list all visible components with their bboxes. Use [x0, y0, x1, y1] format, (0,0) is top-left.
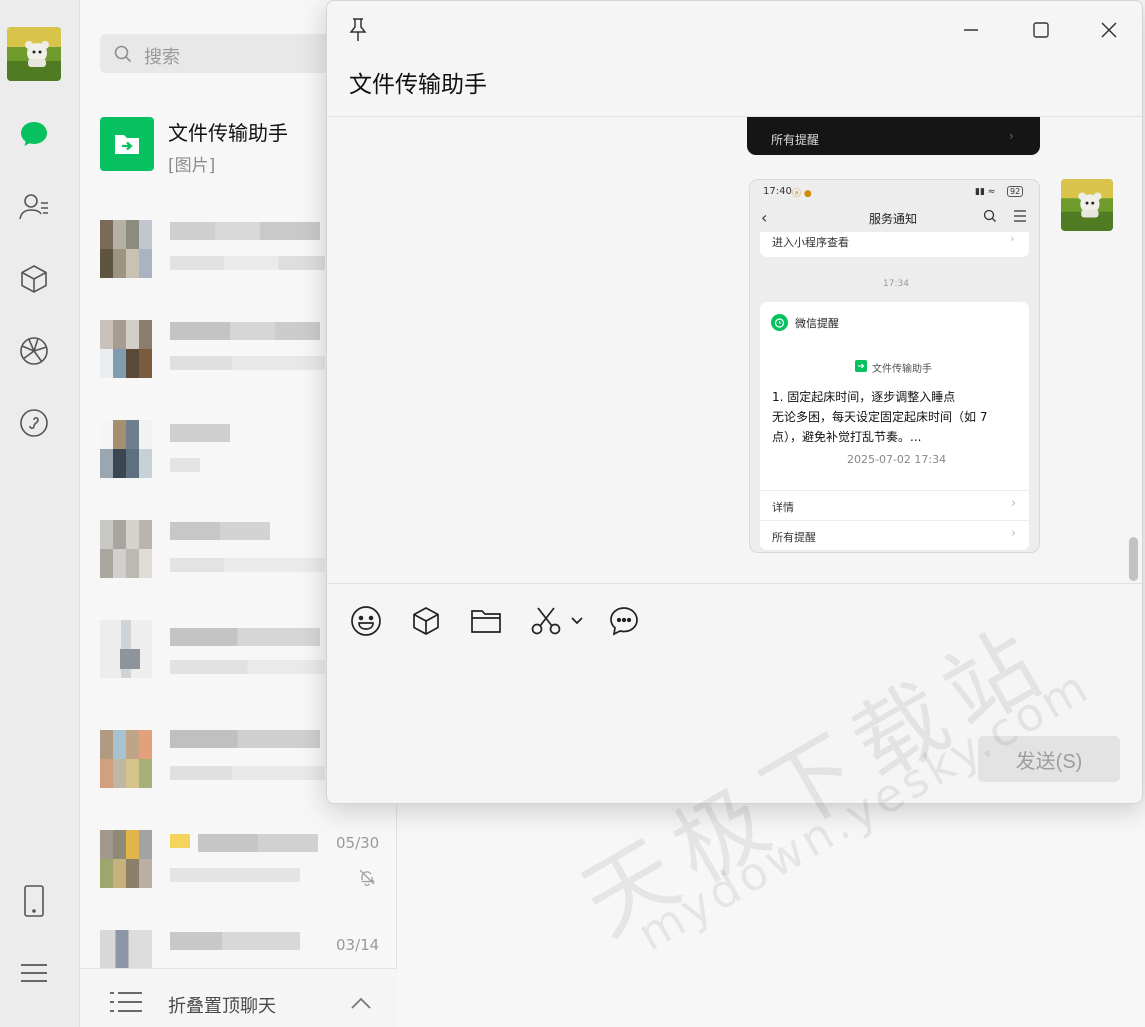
image-message[interactable]: 17:40 ⓐ ● ▮▮ ≈ 92 ‹ 服务通知 进入小程序查看 › 17:34…: [749, 179, 1040, 553]
chevron-up-icon[interactable]: [350, 995, 372, 1014]
file-transfer-avatar: [100, 117, 154, 171]
blurred-title: [170, 932, 300, 950]
phone-search-icon: [983, 209, 997, 226]
status-time: 17:40: [763, 186, 792, 197]
avatar[interactable]: [7, 27, 61, 81]
chevron-right-icon: ›: [1009, 129, 1014, 143]
search-placeholder: 搜索: [144, 47, 180, 68]
aperture-icon[interactable]: [17, 334, 51, 368]
details-link: 详情: [772, 501, 794, 514]
content-line: 无论多困，每天设定固定起床时间（如 7: [772, 410, 988, 424]
list-icon: [108, 991, 144, 1017]
chevron-right-icon: ›: [1010, 232, 1015, 245]
chat-date: 03/14: [336, 936, 380, 954]
blurred-avatar: [100, 220, 152, 278]
chat-preview: [图片]: [168, 156, 216, 176]
blurred-title: [170, 730, 320, 748]
scrollbar[interactable]: [1129, 537, 1138, 581]
miniapp-icon[interactable]: [17, 406, 51, 440]
blurred-avatar: [100, 830, 152, 888]
chevron-right-icon: ›: [1011, 496, 1017, 511]
pin-icon[interactable]: [343, 15, 373, 45]
chat-name: 文件传输助手: [168, 121, 288, 145]
chat-window: 文件传输助手 所有提醒 › 17:40 ⓐ ● ▮▮ ≈ 92 ‹ 服务通知 进…: [326, 0, 1143, 804]
blurred-preview: [170, 558, 325, 572]
blurred-title: [170, 222, 320, 240]
old-card-label: 所有提醒: [771, 133, 820, 147]
chat-title: 文件传输助手: [349, 72, 487, 98]
scissors-icon[interactable]: [529, 604, 563, 638]
blurred-preview: [170, 868, 300, 882]
from-label: 文件传输助手: [872, 364, 932, 375]
blurred-emoji: [170, 834, 190, 848]
blurred-title: [198, 834, 318, 852]
blurred-preview: [170, 356, 325, 370]
icon-sidebar: [0, 0, 80, 1027]
blurred-title: [170, 322, 320, 340]
image-message-partial[interactable]: 所有提醒 ›: [747, 117, 1040, 155]
divider: [760, 520, 1029, 521]
search-icon: [114, 45, 132, 67]
menu-icon[interactable]: [17, 956, 51, 990]
blurred-title: [170, 628, 320, 646]
content-time: 2025-07-02 17:34: [847, 453, 947, 466]
content-line: 点），避免补觉打乱节奏。...: [772, 430, 922, 444]
battery: 92: [1007, 186, 1024, 197]
chat-bubble-icon[interactable]: [607, 604, 641, 638]
blurred-title: [170, 424, 230, 442]
divider: [760, 490, 1029, 491]
folder-icon[interactable]: [469, 604, 503, 638]
blurred-avatar: [100, 320, 152, 378]
search-input[interactable]: 搜索: [100, 34, 360, 73]
file-transfer-mini-icon: [855, 360, 867, 375]
send-button[interactable]: 发送(S): [978, 736, 1120, 782]
message-area[interactable]: 所有提醒 › 17:40 ⓐ ● ▮▮ ≈ 92 ‹ 服务通知 进入小程序查看 …: [327, 117, 1142, 583]
chat-icon[interactable]: [17, 117, 51, 151]
back-icon: ‹: [761, 208, 768, 227]
alarm-icon: [771, 314, 788, 334]
chat-item-blurred[interactable]: 05/30: [80, 810, 397, 906]
blurred-avatar: [100, 620, 152, 678]
time-separator: 17:34: [883, 279, 909, 289]
maximize-icon[interactable]: [1026, 15, 1056, 45]
chat-date: 05/30: [336, 834, 380, 852]
close-icon[interactable]: [1094, 15, 1124, 45]
emoji-icon[interactable]: [349, 604, 383, 638]
chevron-down-icon[interactable]: [567, 604, 587, 638]
phone-menu-icon: [1013, 210, 1027, 225]
status-icons: ⓐ ●: [792, 189, 812, 199]
my-avatar[interactable]: [1061, 179, 1113, 231]
blurred-title: [170, 522, 270, 540]
signal-icon: ▮▮ ≈: [975, 187, 996, 197]
chevron-right-icon: ›: [1011, 526, 1017, 541]
blurred-preview: [170, 660, 325, 674]
miniapp-link: 进入小程序查看: [772, 236, 849, 249]
reminder-card: 微信提醒 文件传输助手 1. 固定起床时间，逐步调整入睡点 无论多困，每天设定固…: [760, 302, 1029, 550]
blurred-avatar: [100, 420, 152, 478]
fold-label: 折叠置顶聊天: [168, 996, 276, 1017]
box-icon[interactable]: [409, 604, 443, 638]
blurred-avatar: [100, 730, 152, 788]
box-icon[interactable]: [17, 262, 51, 296]
blurred-preview: [170, 766, 325, 780]
contacts-icon[interactable]: [17, 190, 51, 224]
blurred-avatar: [100, 520, 152, 578]
reminder-label: 微信提醒: [795, 317, 839, 330]
phone-icon[interactable]: [17, 884, 51, 918]
phone-header-title: 服务通知: [869, 212, 918, 226]
all-reminders-link: 所有提醒: [772, 531, 816, 544]
miniapp-card: 进入小程序查看 ›: [760, 232, 1029, 257]
minimize-icon[interactable]: [956, 15, 986, 45]
fold-pinned-chats[interactable]: 折叠置顶聊天: [80, 968, 397, 1027]
divider: [327, 583, 1142, 584]
blurred-preview: [170, 458, 200, 472]
mute-icon: [358, 868, 376, 890]
blurred-preview: [170, 256, 325, 270]
content-line: 1. 固定起床时间，逐步调整入睡点: [772, 390, 956, 404]
